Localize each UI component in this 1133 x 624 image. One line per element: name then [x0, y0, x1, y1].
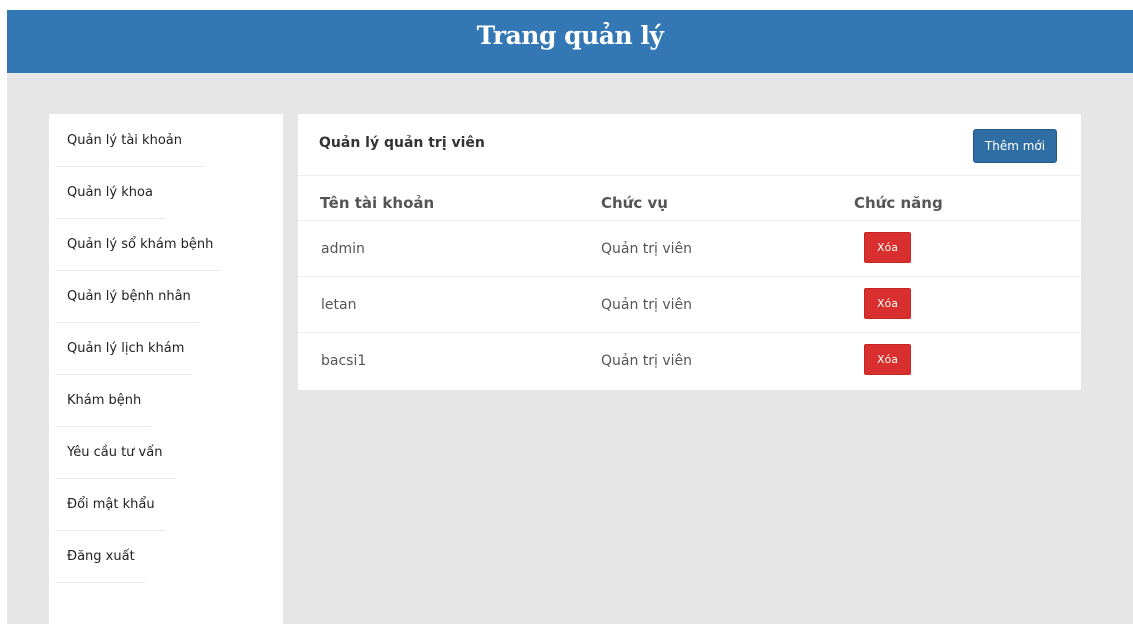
table-row: letan Quản trị viên Xóa — [298, 276, 1081, 332]
add-new-button[interactable]: Thêm mới — [973, 129, 1057, 163]
delete-button[interactable]: Xóa — [864, 232, 911, 263]
role-cell: Quản trị viên — [601, 241, 693, 257]
panel-header: Quản lý quản trị viên Thêm mới — [298, 114, 1081, 176]
role-cell: Quản trị viên — [601, 297, 693, 313]
role-cell: Quản trị viên — [601, 353, 693, 369]
sidebar-item-medical-book-management[interactable]: Quản lý sổ khám bệnh — [55, 220, 221, 271]
delete-button[interactable]: Xóa — [864, 288, 911, 319]
page-title: Trang quản lý — [476, 21, 664, 50]
username-cell: bacsi1 — [321, 353, 367, 369]
sidebar-item-logout[interactable]: Đăng xuất — [55, 532, 145, 583]
sidebar-item-change-password[interactable]: Đổi mật khẩu — [55, 480, 165, 531]
admin-app: Trang quản lý Quản lý tài khoản Quản lý … — [7, 10, 1133, 624]
sidebar-item-consultation-requests[interactable]: Yêu cầu tư vấn — [55, 428, 176, 479]
sidebar-item-account-management[interactable]: Quản lý tài khoản — [55, 116, 205, 167]
sidebar-item-appointment-management[interactable]: Quản lý lịch khám — [55, 324, 192, 375]
delete-button[interactable]: Xóa — [864, 344, 911, 375]
table-row: bacsi1 Quản trị viên Xóa — [298, 332, 1081, 388]
column-header-actions: Chức năng — [854, 194, 943, 212]
sidebar-menu: Quản lý tài khoản Quản lý khoa Quản lý s… — [49, 114, 283, 624]
panel-title: Quản lý quản trị viên — [319, 135, 485, 151]
column-header-role: Chức vụ — [601, 194, 668, 212]
username-cell: admin — [321, 241, 365, 257]
admin-list-panel: Quản lý quản trị viên Thêm mới Tên tài k… — [298, 114, 1081, 390]
top-header-bar: Trang quản lý — [7, 10, 1133, 73]
sidebar-item-department-management[interactable]: Quản lý khoa — [55, 168, 165, 219]
column-header-username: Tên tài khoản — [320, 194, 435, 212]
username-cell: letan — [321, 297, 357, 313]
sidebar-item-examination[interactable]: Khám bệnh — [55, 376, 151, 427]
table-row: admin Quản trị viên Xóa — [298, 220, 1081, 276]
sidebar-item-patient-management[interactable]: Quản lý bệnh nhân — [55, 272, 199, 323]
